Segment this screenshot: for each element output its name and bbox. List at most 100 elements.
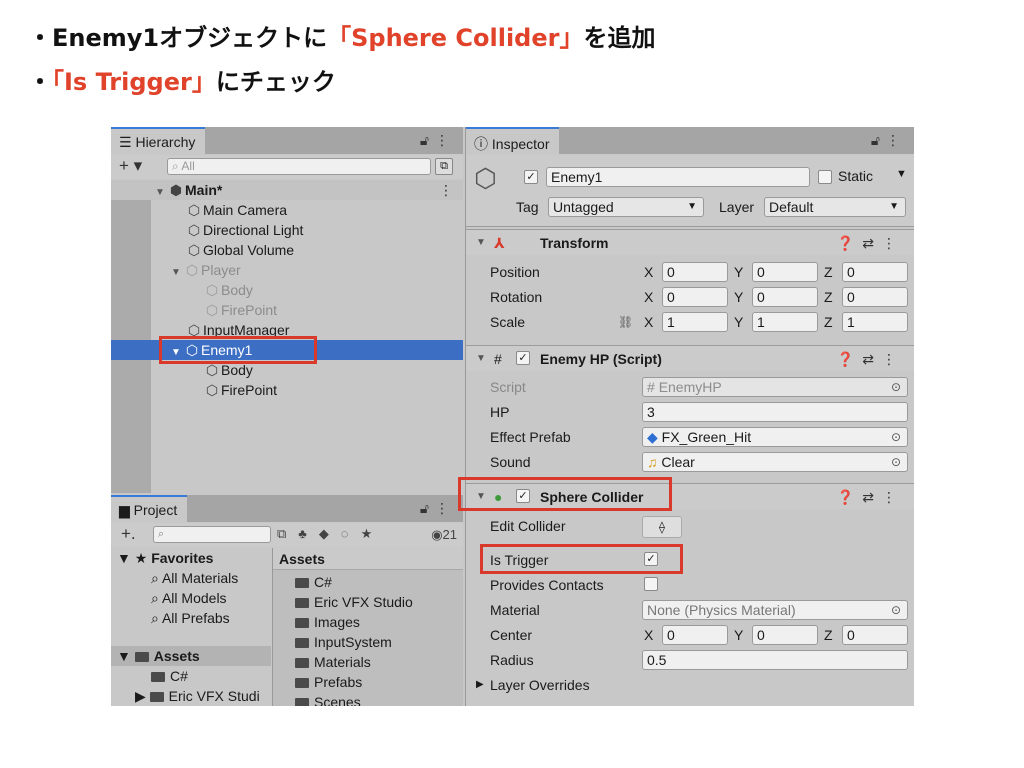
star-icon[interactable]: ★ bbox=[361, 526, 385, 541]
kebab-menu-icon[interactable]: ⋮ bbox=[882, 489, 904, 505]
dependency-icon[interactable]: ◌ bbox=[341, 526, 361, 541]
kebab-menu-icon[interactable]: ⋮ bbox=[435, 132, 455, 148]
kebab-menu-icon[interactable]: ⋮ bbox=[882, 351, 904, 367]
object-picker-icon[interactable]: ⊙ bbox=[891, 453, 901, 471]
scene-row[interactable]: ▼ ⬢ Main* ⋮ bbox=[111, 180, 463, 200]
object-name-field[interactable]: Enemy1 bbox=[546, 167, 810, 187]
lock-icon[interactable]: 🔓︎ bbox=[420, 500, 435, 516]
active-checkbox[interactable]: ✓ bbox=[524, 170, 538, 184]
hierarchy-item[interactable]: ⬡ InputManager bbox=[111, 320, 463, 340]
rotation-x-field[interactable]: 0 bbox=[662, 287, 728, 307]
gameobject-icon[interactable]: ⬡ bbox=[474, 163, 497, 194]
hierarchy-item[interactable]: ⬡ FirePoint bbox=[111, 380, 463, 400]
layer-overrides-row[interactable]: ▶ Layer Overrides bbox=[466, 673, 914, 697]
enemy-hp-header[interactable]: ▼ # ✓ Enemy HP (Script) ❓⇄⋮ bbox=[466, 345, 914, 371]
lock-icon[interactable]: 🔓︎ bbox=[420, 132, 435, 148]
expand-arrow-icon[interactable]: ▼ bbox=[476, 484, 488, 510]
asset-folder-item[interactable]: C# bbox=[111, 666, 271, 686]
create-button[interactable]: +. bbox=[121, 524, 136, 544]
is-trigger-checkbox[interactable]: ✓ bbox=[644, 552, 658, 566]
scale-z-field[interactable]: 1 bbox=[842, 312, 908, 332]
expand-arrow-icon[interactable]: ▶ bbox=[135, 688, 150, 704]
radius-field[interactable]: 0.5 bbox=[642, 650, 908, 670]
sphere-collider-header[interactable]: ▼ ● ✓ Sphere Collider ❓⇄⋮ bbox=[466, 483, 914, 509]
hierarchy-item[interactable]: ⬡ Directional Light bbox=[111, 220, 463, 240]
sound-field[interactable]: ♫ Clear ⊙ bbox=[642, 452, 908, 472]
scale-y-field[interactable]: 1 bbox=[752, 312, 818, 332]
favorite-item[interactable]: ⌕ All Materials bbox=[111, 568, 271, 588]
help-icon[interactable]: ❓ bbox=[837, 489, 862, 505]
preset-icon[interactable]: ⇄ bbox=[862, 489, 882, 505]
favorite-item[interactable]: ⌕ All Models bbox=[111, 588, 271, 608]
hierarchy-item-selected[interactable]: ▼ ⬡ Enemy1 bbox=[111, 340, 463, 360]
preset-icon[interactable]: ⇄ bbox=[862, 235, 882, 251]
component-tools[interactable]: ❓⇄⋮ bbox=[837, 346, 904, 372]
favorite-item[interactable]: ⌕ All Prefabs bbox=[111, 608, 271, 628]
provides-contacts-checkbox[interactable] bbox=[644, 577, 658, 591]
chevron-down-icon[interactable]: ▼ bbox=[896, 168, 907, 180]
center-z-field[interactable]: 0 bbox=[842, 625, 908, 645]
edit-collider-button[interactable]: ⟠ bbox=[642, 516, 682, 538]
kebab-menu-icon[interactable]: ⋮ bbox=[435, 500, 455, 516]
material-field[interactable]: None (Physics Material) ⊙ bbox=[642, 600, 908, 620]
assets-root-row[interactable]: ▼ Assets bbox=[111, 646, 271, 666]
hidden-count[interactable]: ◉21 bbox=[431, 527, 457, 543]
expand-arrow-icon[interactable]: ▼ bbox=[117, 648, 135, 664]
asset-list-item[interactable]: Materials bbox=[273, 652, 463, 672]
static-checkbox[interactable] bbox=[818, 170, 832, 184]
tab-menu-icons[interactable]: 🔓︎⋮ bbox=[420, 132, 455, 149]
constrain-proportions-icon[interactable]: ⛓ bbox=[618, 310, 633, 334]
center-y-field[interactable]: 0 bbox=[752, 625, 818, 645]
kebab-menu-icon[interactable]: ⋮ bbox=[882, 235, 904, 251]
tab-menu-icons[interactable]: 🔓︎⋮ bbox=[871, 132, 906, 149]
tab-inspector[interactable]: ⓘ Inspector bbox=[466, 127, 560, 154]
tab-project[interactable]: ▆ Project bbox=[111, 495, 188, 522]
asset-list-item[interactable]: Scenes bbox=[273, 692, 463, 706]
hierarchy-item[interactable]: ⬡ Body bbox=[111, 280, 463, 300]
hierarchy-search-input[interactable]: ⌕ All bbox=[167, 158, 431, 175]
hierarchy-item[interactable]: ⬡ Global Volume bbox=[111, 240, 463, 260]
project-search-input[interactable]: ⌕ bbox=[153, 526, 271, 543]
tag-dropdown[interactable]: Untagged ▼ bbox=[548, 197, 704, 217]
position-y-field[interactable]: 0 bbox=[752, 262, 818, 282]
help-icon[interactable]: ❓ bbox=[837, 351, 862, 367]
expand-arrow-icon[interactable]: ▼ bbox=[476, 346, 488, 372]
rotation-z-field[interactable]: 0 bbox=[842, 287, 908, 307]
hierarchy-item[interactable]: ▼ ⬡ Player bbox=[111, 260, 463, 280]
create-button[interactable]: + ▾ bbox=[119, 156, 142, 176]
expand-arrow-icon[interactable]: ▶ bbox=[476, 673, 484, 697]
expand-arrow-icon[interactable]: ▼ bbox=[476, 230, 488, 256]
component-enabled-checkbox[interactable]: ✓ bbox=[516, 351, 530, 365]
asset-list-item[interactable]: Prefabs bbox=[273, 672, 463, 692]
type-filter-icon[interactable]: ♣ bbox=[298, 526, 319, 541]
asset-list-item[interactable]: Images bbox=[273, 612, 463, 632]
search-mode-button[interactable]: ⧉ bbox=[435, 158, 453, 175]
asset-list-item[interactable]: InputSystem bbox=[273, 632, 463, 652]
object-picker-icon[interactable]: ⊙ bbox=[891, 428, 901, 446]
asset-list-item[interactable]: Eric VFX Studio bbox=[273, 592, 463, 612]
transform-header[interactable]: ▼ ⅄ Transform ❓⇄⋮ bbox=[466, 229, 914, 255]
label-filter-icon[interactable]: ◆ bbox=[319, 526, 341, 541]
asset-folder-item[interactable]: ▶ Eric VFX Studi bbox=[111, 686, 271, 706]
hierarchy-item[interactable]: ⬡ Main Camera bbox=[111, 200, 463, 220]
layer-dropdown[interactable]: Default ▼ bbox=[764, 197, 906, 217]
hp-field[interactable]: 3 bbox=[642, 402, 908, 422]
position-z-field[interactable]: 0 bbox=[842, 262, 908, 282]
center-x-field[interactable]: 0 bbox=[662, 625, 728, 645]
lock-icon[interactable]: 🔓︎ bbox=[871, 132, 886, 148]
object-picker-icon[interactable]: ⊙ bbox=[891, 601, 901, 619]
tab-hierarchy[interactable]: ☰ Hierarchy bbox=[111, 127, 206, 154]
component-tools[interactable]: ❓⇄⋮ bbox=[837, 230, 904, 256]
effect-prefab-field[interactable]: ◆ FX_Green_Hit ⊙ bbox=[642, 427, 908, 447]
component-enabled-checkbox[interactable]: ✓ bbox=[516, 489, 530, 503]
scale-x-field[interactable]: 1 bbox=[662, 312, 728, 332]
rotation-y-field[interactable]: 0 bbox=[752, 287, 818, 307]
search-mode-icon[interactable]: ⧉ bbox=[277, 526, 298, 541]
asset-list-item[interactable]: C# bbox=[273, 572, 463, 592]
favorites-row[interactable]: ▼ ★ Favorites bbox=[111, 548, 271, 568]
position-x-field[interactable]: 0 bbox=[662, 262, 728, 282]
hierarchy-item[interactable]: ⬡ FirePoint bbox=[111, 300, 463, 320]
tab-menu-icons[interactable]: 🔓︎⋮ bbox=[420, 500, 455, 517]
component-tools[interactable]: ❓⇄⋮ bbox=[837, 484, 904, 510]
preset-icon[interactable]: ⇄ bbox=[862, 351, 882, 367]
